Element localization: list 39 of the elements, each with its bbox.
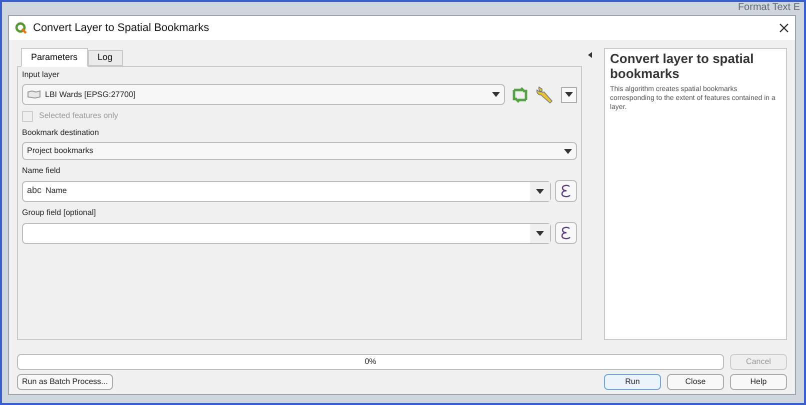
checkbox-label: Selected features only — [39, 110, 118, 122]
batch-process-button[interactable]: Run as Batch Process... — [17, 374, 113, 390]
dropdown-caret-icon — [536, 188, 544, 194]
epsilon-icon — [561, 184, 572, 198]
dialog-button[interactable]: Close — [667, 374, 724, 390]
progress-reading: 0% — [364, 356, 378, 368]
tab[interactable]: Parameters — [21, 48, 88, 67]
tab[interactable]: Log — [88, 50, 123, 66]
field-dropdown[interactable] — [22, 222, 552, 244]
dropdown-caret-icon — [564, 148, 572, 154]
field-label: Bookmark destination — [22, 127, 100, 139]
collapse-arrow-icon[interactable] — [588, 52, 592, 58]
options-button[interactable] — [561, 86, 578, 102]
expression-button[interactable] — [555, 180, 578, 202]
app-logo-icon — [15, 22, 27, 34]
wrench-icon[interactable] — [535, 84, 556, 104]
dialog-button[interactable]: Help — [730, 374, 787, 390]
dialog-button[interactable]: Run — [604, 374, 661, 390]
text-type-label: abc — [27, 184, 42, 198]
epsilon-icon — [561, 226, 572, 240]
help-title: Convert layer to spatial bookmarks — [610, 51, 755, 81]
dropdown-caret-icon — [565, 92, 574, 97]
layer-value: LBI Wards [EPSG:27700] — [45, 88, 136, 100]
dropdown-value: Project bookmarks — [27, 145, 94, 157]
expression-button[interactable] — [555, 222, 578, 244]
window-title: Convert Layer to Spatial Bookmarks — [33, 20, 210, 36]
close-icon[interactable] — [779, 23, 789, 33]
field-label: Input layer — [22, 69, 60, 81]
refresh-icon[interactable] — [511, 86, 530, 102]
field-label: Name field — [22, 165, 62, 177]
layer-dropdown[interactable]: LBI Wards [EPSG:27700] — [22, 84, 506, 105]
field-dropdown[interactable]: abc Name — [22, 180, 552, 202]
polygon-layer-icon — [27, 90, 41, 99]
field-value: Name — [46, 185, 67, 197]
background-window-text: Format Text E — [738, 2, 800, 14]
field-label: Group field [optional] — [22, 207, 97, 219]
dropdown-caret-icon — [492, 92, 500, 97]
destination-dropdown[interactable]: Project bookmarks — [22, 142, 578, 160]
dropdown-caret-icon — [536, 230, 544, 236]
